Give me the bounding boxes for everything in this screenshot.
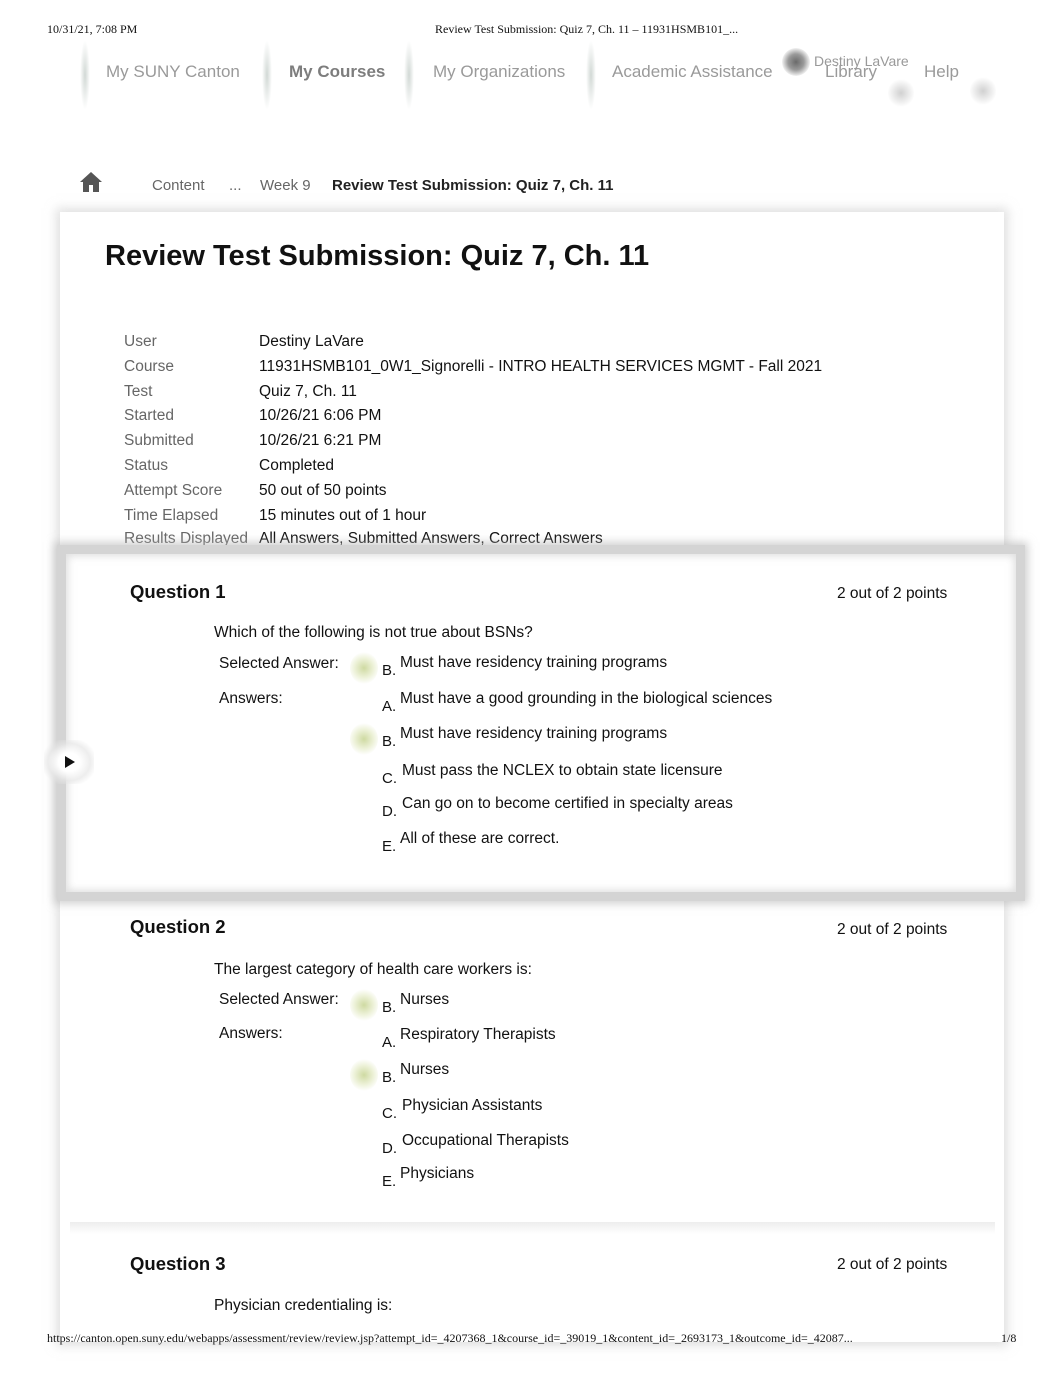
print-date: 10/31/21, 7:08 PM [47,22,138,36]
avatar [782,48,810,76]
answer-letter: B. [382,662,397,679]
question-title: Question 3 [130,1253,226,1274]
answer-text: Must pass the NCLEX to obtain state lice… [402,762,723,779]
print-page-number: 1/8 [1001,1331,1017,1345]
answer-text: Physician Assistants [402,1097,543,1114]
answer-letter: E. [382,1173,397,1190]
answer-text: All of these are correct. [400,830,560,847]
info-label: Submitted [124,432,194,450]
question-points: 2 out of 2 points [837,1256,948,1273]
info-value: 50 out of 50 points [259,481,387,499]
print-header: 10/31/21, 7:08 PM Review Test Submission… [0,22,1062,40]
play-arrow-icon [65,756,75,768]
info-label: Attempt Score [124,481,223,499]
answer-letter: B. [382,733,397,750]
breadcrumb: Content ... Week 9 Review Test Submissio… [60,168,960,202]
print-footer: https://canton.open.suny.edu/webapps/ass… [0,1331,1062,1349]
answer-letter: C. [382,770,397,787]
answer-letter: B. [382,1069,397,1086]
info-label: User [124,333,157,350]
answer-text: Must have residency training programs [400,654,668,671]
nav-help[interactable]: Help [924,62,959,82]
question-text: Which of the following is not true about… [214,624,533,641]
answer-text: Nurses [400,991,450,1008]
info-label: Started [124,407,174,425]
correct-answer-icon [350,1059,378,1091]
question-text: The largest category of health care work… [214,961,532,978]
question-title: Question 1 [130,581,226,602]
question-points: 2 out of 2 points [837,921,948,938]
answer-letter: A. [382,1034,397,1051]
info-label: Course [124,357,174,375]
nav-separator [80,40,90,110]
home-icon[interactable] [79,171,103,193]
correct-answer-icon [350,989,378,1021]
question-text: Physician credentialing is: [214,1297,393,1314]
nav-my-organizations[interactable]: My Organizations [433,62,565,82]
side-panel-toggle[interactable] [44,740,94,784]
answer-letter: D. [382,1140,397,1157]
answer-letter: C. [382,1105,397,1122]
answer-letter: A. [382,698,397,715]
info-value: 10/26/21 6:21 PM [259,432,382,450]
info-value: 10/26/21 6:06 PM [259,407,382,425]
user-name: Destiny LaVare [814,53,909,69]
nav-separator [404,40,414,110]
correct-answer-icon [350,723,378,755]
info-value: Quiz 7, Ch. 11 [259,382,357,400]
nav-academic-assistance[interactable]: Academic Assistance [612,62,773,82]
logout-icon[interactable] [970,76,996,106]
info-value: Destiny LaVare [259,333,364,350]
info-value: Completed [259,456,334,474]
print-url: https://canton.open.suny.edu/webapps/ass… [47,1331,853,1345]
info-label: Time Elapsed [124,506,219,524]
breadcrumb-content[interactable]: Content [152,177,205,194]
info-value: 15 minutes out of 1 hour [259,506,427,524]
page-title: Review Test Submission: Quiz 7, Ch. 11 [105,240,650,272]
info-value: 11931HSMB101_0W1_Signorelli - INTRO HEAL… [259,357,823,375]
breadcrumb-ellipsis[interactable]: ... [229,177,242,194]
answers-label: Answers: [219,1025,283,1042]
notification-icon[interactable] [888,78,914,108]
answer-letter: B. [382,999,397,1016]
selected-answer-label: Selected Answer: [219,991,339,1008]
answer-letter: D. [382,803,397,820]
nav-separator [586,40,596,110]
answers-label: Answers: [219,690,283,707]
info-label: Status [124,456,168,474]
answer-text: Must have residency training programs [400,725,668,742]
breadcrumb-week-9[interactable]: Week 9 [260,177,311,194]
nav-separator [262,40,272,110]
user-menu[interactable]: Destiny LaVare [782,48,922,78]
selected-answer-label: Selected Answer: [219,655,339,672]
question-divider [70,1222,995,1234]
nav-my-courses[interactable]: My Courses [289,62,385,82]
answer-text: Nurses [400,1061,450,1078]
question-points: 2 out of 2 points [837,585,948,602]
answer-text: Must have a good grounding in the biolog… [400,690,773,707]
print-title: Review Test Submission: Quiz 7, Ch. 11 –… [435,22,739,36]
answer-letter: E. [382,838,397,855]
question-title: Question 2 [130,916,226,937]
breadcrumb-current: Review Test Submission: Quiz 7, Ch. 11 [332,177,614,194]
answer-text: Respiratory Therapists [400,1026,556,1043]
correct-answer-icon [350,652,378,684]
answer-text: Occupational Therapists [402,1132,569,1149]
nav-my-suny-canton[interactable]: My SUNY Canton [106,62,240,82]
info-label: Test [124,382,153,400]
answer-text: Can go on to become certified in special… [402,795,733,812]
answer-text: Physicians [400,1165,475,1182]
